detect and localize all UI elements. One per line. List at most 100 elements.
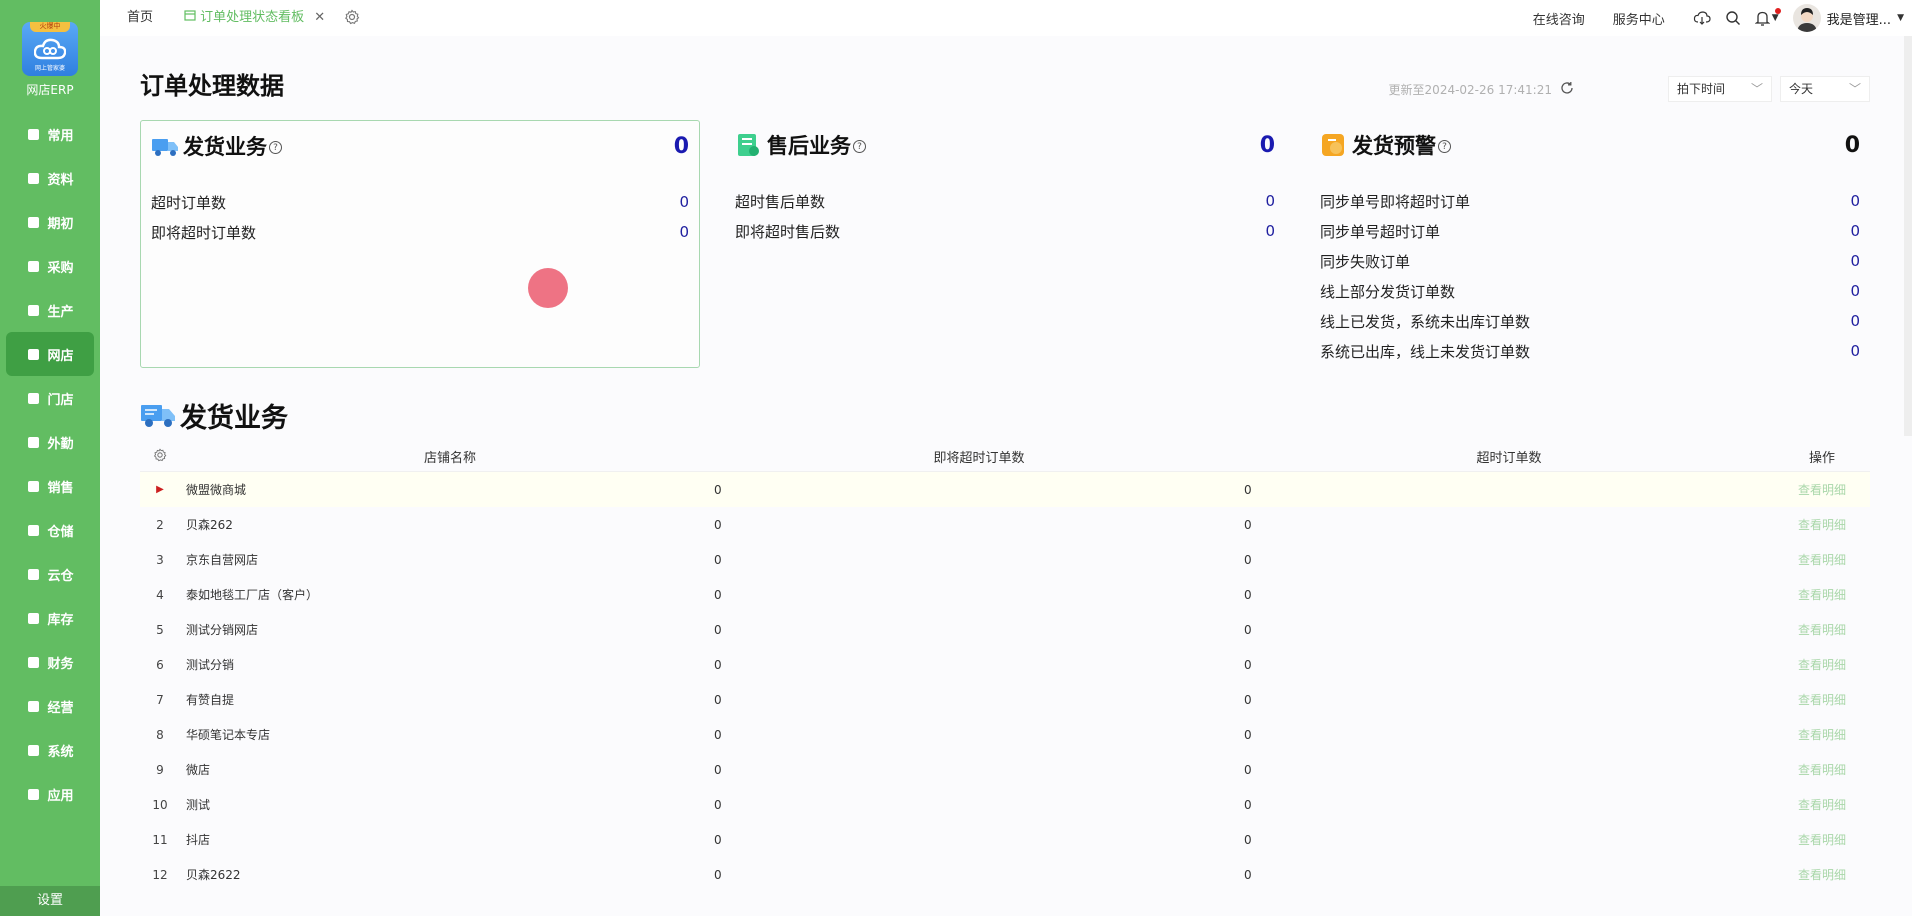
search-icon[interactable] xyxy=(1725,10,1741,26)
card-row[interactable]: 同步单号超时订单 0 xyxy=(1320,216,1860,246)
user-menu-caret-icon[interactable]: ▼ xyxy=(1897,13,1904,23)
view-detail-link[interactable]: 查看明细 xyxy=(1774,516,1870,533)
row-number: 2 xyxy=(156,517,164,532)
view-detail-link[interactable]: 查看明细 xyxy=(1774,656,1870,673)
sidebar-item[interactable]: 期初 xyxy=(0,200,100,244)
card-row[interactable]: 线上部分发货订单数 0 xyxy=(1320,276,1860,306)
column-header-soon[interactable]: 即将超时订单数 xyxy=(714,447,1244,466)
table-row[interactable]: ▶ 微盟微商城 0 0 查看明细 xyxy=(140,472,1870,507)
sidebar-item[interactable]: 常用 xyxy=(0,112,100,156)
card-aftersale[interactable]: 售后业务 ? 0 超时售后单数 0 即将超时售后数 0 xyxy=(725,120,1285,368)
soon-count-cell: 0 xyxy=(714,797,722,812)
shop-name-cell: 华硕笔记本专店 xyxy=(186,728,271,742)
column-header-over[interactable]: 超时订单数 xyxy=(1244,447,1774,466)
sidebar-item[interactable]: 经营 xyxy=(0,684,100,728)
card-rows: 超时订单数 0 即将超时订单数 0 xyxy=(151,187,689,247)
scrollbar[interactable] xyxy=(1904,36,1912,436)
table-row[interactable]: 11 抖店 0 0 查看明细 xyxy=(140,822,1870,857)
view-detail-link[interactable]: 查看明细 xyxy=(1774,831,1870,848)
card-row[interactable]: 即将超时订单数 0 xyxy=(151,217,689,247)
card-row[interactable]: 即将超时售后数 0 xyxy=(735,216,1275,246)
service-center-link[interactable]: 服务中心 xyxy=(1613,9,1665,28)
table-row[interactable]: 5 测试分销网店 0 0 查看明细 xyxy=(140,612,1870,647)
sidebar-item[interactable]: 云仓 xyxy=(0,552,100,596)
section-title: 发货业务 xyxy=(140,396,288,435)
tab-home[interactable]: 首页 xyxy=(127,0,153,36)
table-row[interactable]: 12 贝森2622 0 0 查看明细 xyxy=(140,857,1870,892)
view-detail-link[interactable]: 查看明细 xyxy=(1774,551,1870,568)
sidebar-item[interactable]: 系统 xyxy=(0,728,100,772)
online-consult-link[interactable]: 在线咨询 xyxy=(1533,9,1585,28)
sidebar-item[interactable]: 网店 xyxy=(6,332,94,376)
shop-name-cell: 京东自营网店 xyxy=(186,553,259,567)
sidebar-item[interactable]: 应用 xyxy=(0,772,100,816)
card-row[interactable]: 系统已出库，线上未发货订单数 0 xyxy=(1320,336,1860,366)
bell-caret-icon[interactable]: ▼ xyxy=(1772,13,1779,23)
time-type-select[interactable]: 拍下时间 ﹀ xyxy=(1668,76,1772,102)
sidebar-item-label: 采购 xyxy=(47,260,74,276)
avatar[interactable] xyxy=(1792,4,1821,32)
view-detail-link[interactable]: 查看明细 xyxy=(1774,621,1870,638)
table-row[interactable]: 7 有赞自提 0 0 查看明细 xyxy=(140,682,1870,717)
help-icon[interactable]: ? xyxy=(853,140,866,153)
sidebar-item[interactable]: 外勤 xyxy=(0,420,100,464)
help-icon[interactable]: ? xyxy=(269,141,282,154)
sidebar-item[interactable]: 销售 xyxy=(0,464,100,508)
tab-close-icon[interactable]: ✕ xyxy=(314,10,325,25)
table-row[interactable]: 6 测试分销 0 0 查看明细 xyxy=(140,647,1870,682)
warehouse-icon xyxy=(26,523,41,538)
sidebar-item[interactable]: 门店 xyxy=(0,376,100,420)
view-detail-link[interactable]: 查看明细 xyxy=(1774,481,1870,498)
table-row[interactable]: 9 微店 0 0 查看明细 xyxy=(140,752,1870,787)
time-range-select[interactable]: 今天 ﹀ xyxy=(1780,76,1870,102)
card-shipping[interactable]: 发货业务 ? 0 超时订单数 0 即将超时订单数 0 xyxy=(140,120,700,368)
card-warning[interactable]: 发货预警 ? 0 同步单号即将超时订单 0 同步单号超时订单 0 同步失败订单 0 线… xyxy=(1310,120,1870,368)
card-row[interactable]: 同步失败订单 0 xyxy=(1320,246,1860,276)
card-row[interactable]: 超时售后单数 0 xyxy=(735,186,1275,216)
table-row[interactable]: 3 京东自营网店 0 0 查看明细 xyxy=(140,542,1870,577)
table-row[interactable]: 10 测试 0 0 查看明细 xyxy=(140,787,1870,822)
sidebar-item[interactable]: 仓储 xyxy=(0,508,100,552)
refresh-icon[interactable] xyxy=(1560,80,1574,99)
shop-name-cell: 抖店 xyxy=(186,833,211,847)
settings-button[interactable]: 设置 xyxy=(0,886,100,916)
sidebar-nav: 常用 资料 期初采购生产网店 门店 外勤 销售 仓储 云仓 库存 财务 经营 系统 应用 xyxy=(0,112,100,816)
view-detail-link[interactable]: 查看明细 xyxy=(1774,691,1870,708)
card-row[interactable]: 同步单号即将超时订单 0 xyxy=(1320,186,1860,216)
soon-count-cell: 0 xyxy=(714,517,722,532)
row-number: 9 xyxy=(156,762,164,777)
table-row[interactable]: 8 华硕笔记本专店 0 0 查看明细 xyxy=(140,717,1870,752)
sidebar-item[interactable]: 财务 xyxy=(0,640,100,684)
table-row[interactable]: 4 泰如地毯工厂店（客户） 0 0 查看明细 xyxy=(140,577,1870,612)
tab-board-icon xyxy=(184,10,200,25)
over-count-cell: 0 xyxy=(1244,832,1252,847)
tab-order-board[interactable]: 订单处理状态看板 ✕ xyxy=(184,0,325,36)
view-detail-link[interactable]: 查看明细 xyxy=(1774,726,1870,743)
sidebar-item[interactable]: 生产 xyxy=(0,288,100,332)
chart-icon xyxy=(26,479,41,494)
over-count-cell: 0 xyxy=(1244,762,1252,777)
user-name[interactable]: 我是管理... xyxy=(1827,9,1891,28)
view-detail-link[interactable]: 查看明细 xyxy=(1774,796,1870,813)
view-detail-link[interactable]: 查看明细 xyxy=(1774,586,1870,603)
plus-icon xyxy=(26,787,41,802)
bell-icon[interactable]: ▼ xyxy=(1754,8,1781,26)
sidebar-item[interactable]: 库存 xyxy=(0,596,100,640)
view-detail-link[interactable]: 查看明细 xyxy=(1774,761,1870,778)
sidebar-item-label: 生产 xyxy=(47,304,74,320)
column-header-shop[interactable]: 店铺名称 xyxy=(180,447,714,466)
card-row[interactable]: 超时订单数 0 xyxy=(151,187,689,217)
view-detail-link[interactable]: 查看明细 xyxy=(1774,866,1870,883)
cloud-download-icon[interactable] xyxy=(1693,10,1711,26)
sidebar-item[interactable]: 资料 xyxy=(0,156,100,200)
soon-count-cell: 0 xyxy=(714,727,722,742)
sidebar-item[interactable]: 采购 xyxy=(0,244,100,288)
soon-count-cell: 0 xyxy=(714,587,722,602)
help-icon[interactable]: ? xyxy=(1438,140,1451,153)
card-row[interactable]: 线上已发货，系统未出库订单数 0 xyxy=(1320,306,1860,336)
app-logo[interactable]: 火爆中 网上管家婆 xyxy=(22,22,78,76)
tab-settings-gear-icon[interactable] xyxy=(344,9,360,29)
column-settings-gear-icon[interactable] xyxy=(140,447,180,466)
table-row[interactable]: 2 贝森262 0 0 查看明细 xyxy=(140,507,1870,542)
over-count-cell: 0 xyxy=(1244,692,1252,707)
